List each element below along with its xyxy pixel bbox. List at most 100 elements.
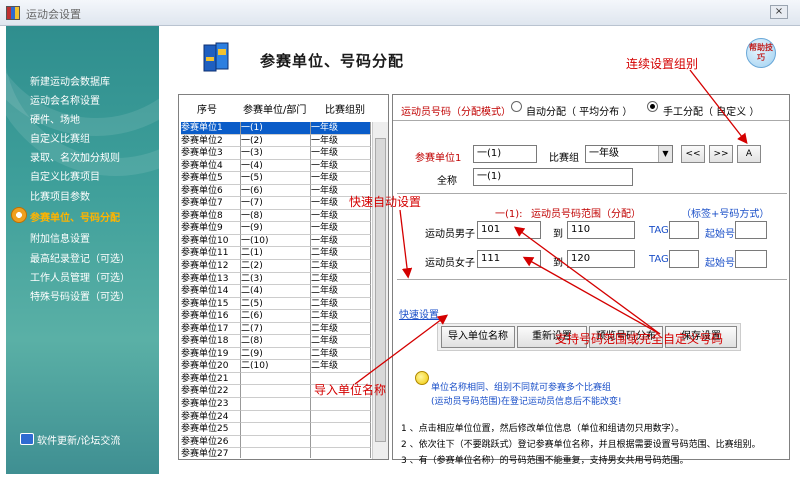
male-from-input[interactable]: 101: [477, 221, 541, 239]
table-row[interactable]: 参赛单位20 二(10) 二年级: [181, 360, 371, 373]
instruction-1: 1 、点击相应单位位置，然后修改单位信息（单位和组请勿只用数字）。: [401, 424, 685, 434]
table-row[interactable]: 参赛单位27: [181, 448, 371, 458]
unit-name-input[interactable]: 一(1): [473, 145, 537, 163]
sidebar-item-update-forum[interactable]: 软件更新/论坛交流: [37, 432, 120, 447]
table-row[interactable]: 参赛单位4 一(4) 一年级: [181, 159, 371, 173]
row-group: [311, 398, 371, 411]
row-unit: [241, 385, 311, 399]
table-row[interactable]: 参赛单位15 二(5) 二年级: [181, 297, 371, 311]
sidebar-item-new-db[interactable]: 新建运动会数据库: [30, 73, 110, 88]
tip-line-1: 单位名称相同、组别不同就可参赛多个比赛组: [431, 383, 612, 393]
female-tag-label: TAG: [649, 254, 669, 265]
table-row[interactable]: 参赛单位1 一(1) 一年级: [181, 122, 371, 135]
tag-title: （标签+号码方式）: [681, 209, 770, 220]
female-from-input[interactable]: 111: [477, 250, 541, 268]
sidebar-item-special-numbers[interactable]: 特殊号码设置（可选）: [30, 288, 130, 303]
sidebar-item-custom-events[interactable]: 自定义比赛项目: [30, 168, 100, 183]
sidebar-item-units-numbers[interactable]: 参赛单位、号码分配: [30, 209, 120, 224]
table-row[interactable]: 参赛单位25: [181, 423, 371, 436]
table-row[interactable]: 参赛单位11 二(1) 二年级: [181, 247, 371, 261]
row-index: 参赛单位13: [181, 272, 241, 286]
table-row[interactable]: 参赛单位2 一(2) 一年级: [181, 134, 371, 148]
row-index: 参赛单位9: [181, 222, 241, 235]
row-unit: 二(10): [241, 360, 311, 373]
row-unit: 一(9): [241, 222, 311, 235]
male-label: 运动员男子: [425, 229, 475, 240]
table-row[interactable]: 参赛单位5 一(5) 一年级: [181, 172, 371, 185]
row-index: 参赛单位20: [181, 360, 241, 373]
auto-mode-label: 自动分配（ 平均分布 ）: [526, 107, 633, 118]
row-index: 参赛单位27: [181, 448, 241, 458]
window-title: 运动会设置: [26, 8, 81, 21]
annotation-quick: 快速自动设置: [349, 195, 422, 209]
table-row[interactable]: 参赛单位13 二(3) 二年级: [181, 272, 371, 286]
list-scrollbar[interactable]: [372, 122, 388, 459]
tip-line-2: (运动员号码范围)在登记运动员信息后不能改变!: [431, 397, 622, 407]
female-start-label: 起始号: [705, 258, 735, 269]
male-start-input[interactable]: [735, 221, 767, 239]
table-row[interactable]: 参赛单位14 二(4) 二年级: [181, 285, 371, 298]
table-row[interactable]: 参赛单位24: [181, 410, 371, 424]
sidebar-item-records[interactable]: 最高纪录登记（可选）: [30, 250, 130, 265]
column-header-index: 序号: [197, 105, 217, 116]
table-row[interactable]: 参赛单位16 二(6) 二年级: [181, 310, 371, 323]
sidebar-item-event-params[interactable]: 比赛项目参数: [30, 188, 90, 203]
table-row[interactable]: 参赛单位12 二(2) 二年级: [181, 260, 371, 273]
male-tag-input[interactable]: [669, 221, 699, 239]
continuous-set-button[interactable]: A: [737, 145, 761, 163]
fullname-label: 全称: [437, 176, 457, 187]
sidebar-item-meet-name[interactable]: 运动会名称设置: [30, 92, 100, 107]
table-row[interactable]: 参赛单位23: [181, 398, 371, 411]
import-units-button[interactable]: 导入单位名称: [441, 326, 515, 348]
female-start-input[interactable]: [735, 250, 767, 268]
fullname-input[interactable]: 一(1): [473, 168, 633, 186]
row-index: 参赛单位6: [181, 184, 241, 198]
sidebar-item-scoring[interactable]: 录取、名次加分规则: [30, 149, 120, 164]
male-to-input[interactable]: 110: [567, 221, 635, 239]
row-index: 参赛单位5: [181, 172, 241, 185]
group-select[interactable]: 一年级 ▼: [585, 145, 673, 163]
table-row[interactable]: 参赛单位18 二(8) 二年级: [181, 335, 371, 348]
row-unit: 一(7): [241, 197, 311, 210]
row-unit: 一(2): [241, 134, 311, 148]
auto-mode-radio[interactable]: [511, 101, 522, 112]
row-index: 参赛单位11: [181, 247, 241, 261]
row-group: 二年级: [311, 260, 371, 273]
table-row[interactable]: 参赛单位8 一(8) 一年级: [181, 209, 371, 223]
next-button[interactable]: >>: [709, 145, 733, 163]
row-unit: [241, 410, 311, 424]
row-unit: 一(6): [241, 184, 311, 198]
close-button[interactable]: ×: [770, 5, 788, 19]
sidebar-item-staff[interactable]: 工作人员管理（可选）: [30, 269, 130, 284]
table-row[interactable]: 参赛单位6 一(6) 一年级: [181, 184, 371, 198]
table-row[interactable]: 参赛单位10 一(10) 一年级: [181, 234, 371, 248]
table-row[interactable]: 参赛单位26: [181, 435, 371, 449]
table-row[interactable]: 参赛单位9 一(9) 一年级: [181, 222, 371, 235]
female-to-input[interactable]: 120: [567, 250, 635, 268]
range-title: 运动员号码范围（分配）: [531, 209, 641, 220]
row-group: 一年级: [311, 122, 371, 135]
table-row[interactable]: 参赛单位17 二(7) 二年级: [181, 322, 371, 336]
female-tag-input[interactable]: [669, 250, 699, 268]
quick-settings-link[interactable]: 快速设置: [399, 306, 439, 321]
row-unit: 二(1): [241, 247, 311, 261]
help-icon[interactable]: 帮助技巧: [746, 38, 776, 68]
row-index: 参赛单位16: [181, 310, 241, 323]
row-index: 参赛单位25: [181, 423, 241, 436]
row-group: 一年级: [311, 134, 371, 148]
prev-button[interactable]: <<: [681, 145, 705, 163]
table-row[interactable]: 参赛单位19 二(9) 二年级: [181, 347, 371, 361]
row-unit: 二(7): [241, 322, 311, 336]
row-group: 二年级: [311, 322, 371, 336]
instruction-2: 2 、依次往下（不要跳跃式）登记参赛单位名称，并且根据需要设置号码范围、比赛组别…: [401, 440, 761, 450]
table-row[interactable]: 参赛单位7 一(7) 一年级: [181, 197, 371, 210]
annotation-import: 导入单位名称: [314, 383, 387, 397]
table-row[interactable]: 参赛单位3 一(3) 一年级: [181, 147, 371, 160]
sidebar-item-custom-groups[interactable]: 自定义比赛组: [30, 130, 90, 145]
manual-mode-radio[interactable]: [647, 101, 658, 112]
sidebar-item-extra-info[interactable]: 附加信息设置: [30, 230, 90, 245]
row-index: 参赛单位7: [181, 197, 241, 210]
sidebar-item-hardware[interactable]: 硬件、场地: [30, 111, 80, 126]
row-group: 一年级: [311, 234, 371, 248]
divider: [393, 120, 789, 121]
